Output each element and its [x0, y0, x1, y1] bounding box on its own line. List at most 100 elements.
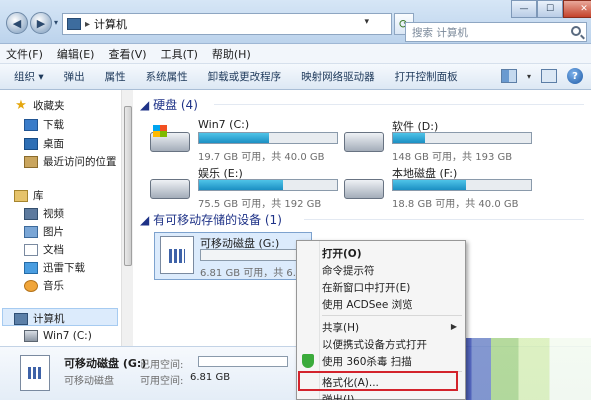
menu-item-command-prompt[interactable]: 命令提示符: [322, 263, 375, 278]
drive-space-info: 19.7 GB 可用，共 40.0 GB: [198, 152, 325, 163]
sidebar-item-label: 音乐: [43, 280, 64, 292]
removable-drive-icon: [20, 355, 50, 391]
sidebar-item-documents[interactable]: 文档: [24, 242, 64, 257]
organize-button[interactable]: 组织 ▾: [14, 69, 44, 84]
menu-item-360-scan[interactable]: 使用 360杀毒 扫描: [322, 354, 412, 369]
sidebar-item-desktop[interactable]: 桌面: [24, 136, 64, 151]
search-icon[interactable]: [571, 26, 581, 36]
recent-pages-dropdown-icon[interactable]: ▾: [54, 18, 58, 27]
open-control-panel-button[interactable]: 打开控制面板: [395, 69, 458, 84]
menu-bar: 文件(F) 编辑(E) 查看(V) 工具(T) 帮助(H): [0, 44, 591, 64]
address-bar[interactable]: ▸ 计算机 ▾: [62, 13, 392, 35]
menu-tools[interactable]: 工具(T): [161, 46, 198, 62]
system-properties-button[interactable]: 系统属性: [146, 69, 188, 84]
sidebar-item-favorites[interactable]: ★ 收藏夹: [14, 98, 65, 113]
computer-icon: [14, 312, 28, 325]
change-view-icon[interactable]: [500, 69, 517, 83]
group-title-text: 硬盘 (4): [153, 98, 198, 112]
desktop-icon: [24, 137, 38, 150]
sidebar-item-label: 最近访问的位置: [43, 156, 117, 168]
xunlei-icon: [24, 261, 38, 274]
minimize-icon: —: [519, 4, 529, 14]
menu-item-open-portable[interactable]: 以便携式设备方式打开: [322, 337, 427, 352]
sidebar-item-label: 计算机: [33, 313, 65, 325]
drive-icon: [344, 179, 384, 199]
view-dropdown-icon[interactable]: ▾: [527, 72, 531, 81]
music-icon: [24, 279, 38, 292]
sidebar-item-libraries[interactable]: 库: [14, 188, 44, 203]
drive-icon: [344, 132, 384, 152]
sidebar-item-win7-c[interactable]: Win7 (C:): [24, 330, 92, 342]
uninstall-program-button[interactable]: 卸载或更改程序: [208, 69, 282, 84]
close-button[interactable]: ✕: [563, 0, 591, 18]
collapse-chevron-icon: ◢: [140, 213, 150, 227]
properties-button[interactable]: 属性: [105, 69, 126, 84]
group-divider: [214, 104, 584, 105]
maximize-button[interactable]: ☐: [537, 0, 563, 18]
menu-item-acdsee[interactable]: 使用 ACDSee 浏览: [322, 297, 413, 312]
drive-space-info: 18.8 GB 可用，共 40.0 GB: [392, 199, 519, 210]
sidebar-item-xunlei-downloads[interactable]: 迅雷下载: [24, 260, 85, 275]
drive-usage-bar: [392, 132, 532, 144]
drive-usage-fill: [393, 180, 467, 190]
recent-places-icon: [24, 155, 38, 168]
menu-file[interactable]: 文件(F): [6, 46, 43, 62]
star-icon: ★: [15, 98, 27, 113]
details-free-value: 6.81 GB: [190, 372, 231, 383]
breadcrumb-separator-icon[interactable]: ▸: [85, 19, 90, 30]
drive-space-info: 75.5 GB 可用，共 192 GB: [198, 199, 322, 210]
sidebar-item-label: 桌面: [43, 138, 64, 150]
group-header-hard-disks[interactable]: ◢ 硬盘 (4): [140, 96, 198, 113]
preview-pane-icon[interactable]: [541, 69, 557, 83]
search-input[interactable]: 搜索 计算机: [405, 22, 587, 42]
drive-item[interactable]: Win7 (C:) 19.7 GB 可用，共 40.0 GB: [150, 118, 340, 166]
details-drive-name: 可移动磁盘 (G:): [64, 357, 147, 370]
sidebar-item-pictures[interactable]: 图片: [24, 224, 64, 239]
command-bar: 组织 ▾ 弹出 属性 系统属性 卸载或更改程序 映射网络驱动器 打开控制面板 ▾…: [0, 64, 591, 90]
menu-item-open-new-window[interactable]: 在新窗口中打开(E): [322, 280, 410, 295]
group-divider: [304, 219, 584, 220]
title-bar: ◀ ▶ ▾ ▸ 计算机 ▾ ⟳ — ☐ ✕ 搜索 计算机: [0, 0, 591, 44]
menu-help[interactable]: 帮助(H): [212, 46, 251, 62]
menu-view[interactable]: 查看(V): [108, 46, 146, 62]
drive-item[interactable]: 本地磁盘 (F:) 18.8 GB 可用，共 40.0 GB: [344, 165, 534, 213]
search-placeholder: 搜索 计算机: [412, 26, 468, 39]
downloads-folder-icon: [24, 118, 38, 131]
group-header-removable[interactable]: ◢ 有可移动存储的设备 (1): [140, 211, 282, 228]
breadcrumb-computer[interactable]: 计算机: [94, 16, 127, 32]
toolbar-right-group: ▾ ?: [500, 68, 583, 84]
library-icon: [14, 189, 28, 202]
sidebar-item-label: Win7 (C:): [43, 330, 92, 342]
drive-usage-bar: [200, 249, 308, 261]
drive-icon: [150, 179, 190, 199]
menu-item-open[interactable]: 打开(O): [322, 246, 362, 261]
back-button[interactable]: ◀: [6, 12, 28, 34]
details-usage-bar: [198, 356, 288, 367]
minimize-button[interactable]: —: [511, 0, 537, 18]
360-antivirus-icon: [302, 354, 314, 368]
details-drive-type: 可移动磁盘: [64, 376, 114, 387]
sidebar-scrollbar[interactable]: [121, 90, 133, 346]
computer-icon: [67, 18, 81, 30]
back-arrow-icon: ◀: [12, 16, 22, 30]
drive-item[interactable]: 软件 (D:) 148 GB 可用，共 193 GB: [344, 118, 534, 166]
sidebar-item-computer[interactable]: 计算机: [14, 311, 65, 326]
sidebar-item-videos[interactable]: 视频: [24, 206, 64, 221]
sidebar-item-downloads[interactable]: 下载: [24, 117, 64, 132]
submenu-arrow-icon: ▶: [450, 322, 457, 331]
eject-button[interactable]: 弹出: [64, 69, 85, 84]
address-dropdown-icon[interactable]: ▾: [364, 17, 369, 27]
menu-edit[interactable]: 编辑(E): [57, 46, 95, 62]
map-network-drive-button[interactable]: 映射网络驱动器: [301, 69, 375, 84]
menu-item-share[interactable]: 共享(H): [322, 320, 359, 335]
sidebar-item-music[interactable]: 音乐: [24, 278, 64, 293]
sidebar-item-recent-places[interactable]: 最近访问的位置: [24, 154, 117, 169]
drive-item[interactable]: 娱乐 (E:) 75.5 GB 可用，共 192 GB: [150, 165, 340, 213]
decorative-overlay: [452, 338, 591, 400]
sidebar-item-label: 收藏夹: [33, 100, 65, 112]
forward-button[interactable]: ▶: [30, 12, 52, 34]
scrollbar-thumb[interactable]: [124, 106, 132, 266]
help-icon[interactable]: ?: [567, 68, 583, 84]
menu-item-eject[interactable]: 弹出(J): [322, 392, 354, 400]
forward-arrow-icon: ▶: [36, 16, 46, 30]
